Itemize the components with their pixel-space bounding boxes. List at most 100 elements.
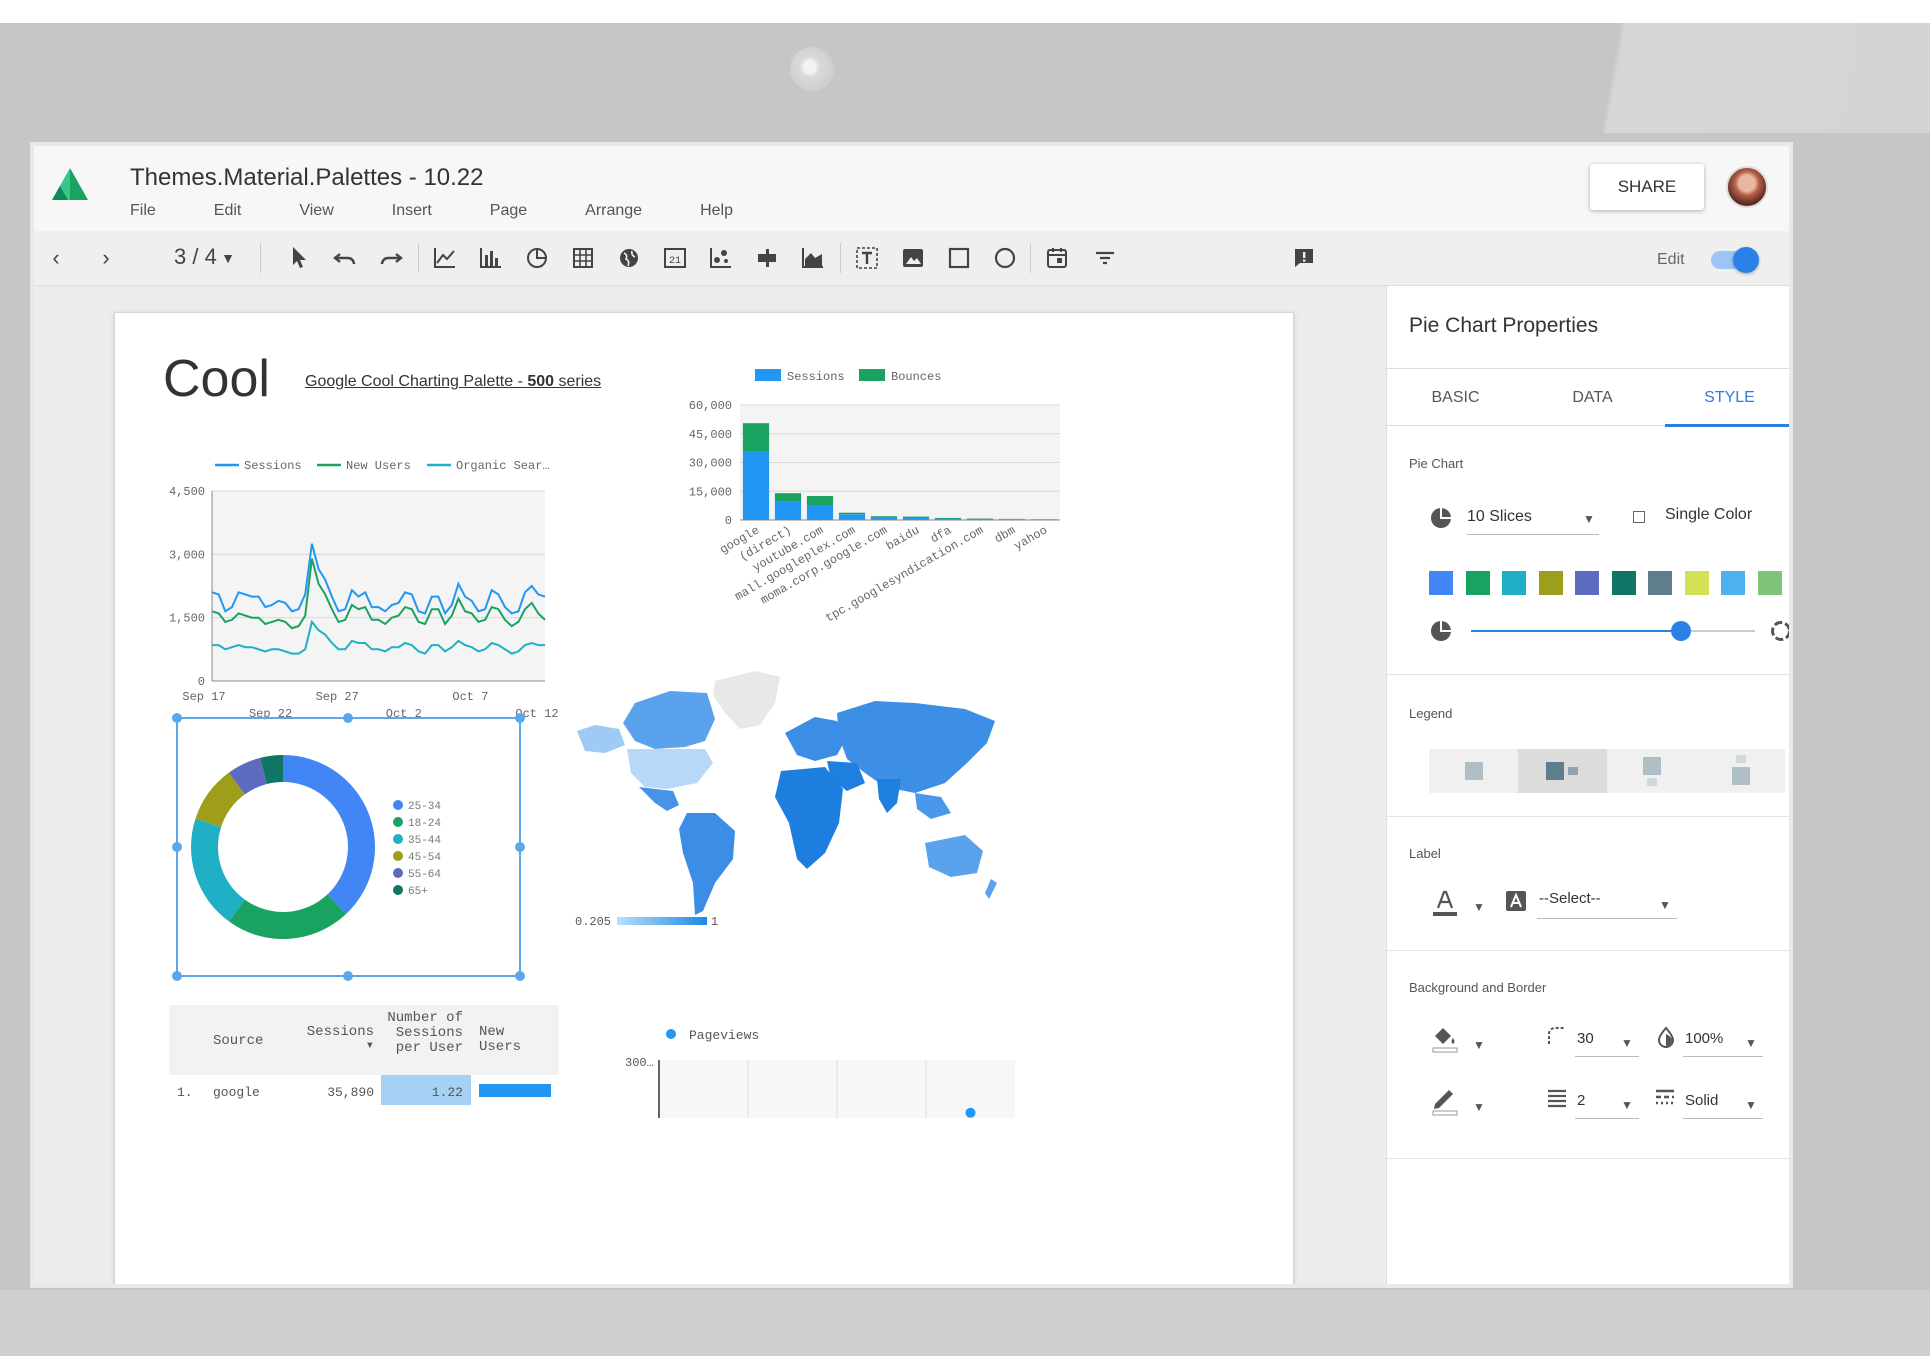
prev-page-icon[interactable]: ‹ <box>42 245 70 271</box>
x-tick-label: yahoo <box>1012 523 1050 553</box>
opacity-select[interactable]: 100% <box>1685 1030 1723 1047</box>
menu-arrange[interactable]: Arrange <box>585 202 642 220</box>
y-tick-label: 0 <box>198 675 205 689</box>
user-avatar[interactable] <box>1726 166 1768 208</box>
tab-data[interactable]: DATA <box>1524 389 1661 407</box>
palette-swatch[interactable] <box>1575 571 1599 595</box>
area-chart-icon[interactable] <box>800 245 826 271</box>
tab-basic[interactable]: BASIC <box>1387 389 1524 407</box>
border-color-dropdown-icon[interactable]: ▼ <box>1473 1100 1485 1114</box>
feedback-icon[interactable] <box>1291 245 1317 271</box>
donut-chart[interactable]: 25-34 18-24 35-44 45-54 55-64 65+ <box>170 711 530 986</box>
text-color-icon[interactable] <box>1429 886 1461 918</box>
border-style-select[interactable]: Solid <box>1685 1092 1718 1109</box>
donut-slider-track[interactable] <box>1471 621 1755 641</box>
circle-icon[interactable] <box>992 245 1018 271</box>
map-region-australia <box>925 835 983 877</box>
text-color-dropdown-icon[interactable]: ▼ <box>1473 900 1485 914</box>
date-range-icon[interactable] <box>1044 245 1070 271</box>
edit-mode-toggle[interactable] <box>1711 247 1759 273</box>
select-pointer-icon[interactable] <box>288 245 310 271</box>
color-scale-bar <box>617 917 707 925</box>
time-series-chart[interactable]: Sessions New Users Organic Sear… 4,500 3,00… <box>145 453 575 743</box>
bar-chart-icon[interactable] <box>478 245 504 271</box>
report-heading[interactable]: Cool <box>163 349 270 409</box>
menu-help[interactable]: Help <box>700 202 733 220</box>
report-canvas: Cool Google Cool Charting Palette - 500 … <box>34 286 1386 1284</box>
y-tick-label: 1,500 <box>169 612 205 626</box>
border-style-underline <box>1683 1118 1763 1119</box>
scatter-chart-icon[interactable] <box>708 245 734 271</box>
menu-edit[interactable]: Edit <box>214 202 242 220</box>
resize-handle <box>172 842 182 852</box>
filter-control-icon[interactable] <box>1092 245 1118 271</box>
time-series-icon[interactable] <box>432 245 458 271</box>
menu-insert[interactable]: Insert <box>392 202 432 220</box>
slices-select[interactable]: 10 Slices <box>1467 508 1532 526</box>
slices-dropdown-icon[interactable]: ▼ <box>1583 512 1595 526</box>
share-button[interactable]: SHARE <box>1590 164 1704 210</box>
pageviews-chart[interactable]: Pageviews 300… <box>615 1018 1035 1118</box>
pie-chart-icon[interactable] <box>524 245 550 271</box>
redo-icon[interactable] <box>378 246 404 270</box>
stacked-bar-chart[interactable]: Sessions Bounces 60,000 45,000 30,000 15,000… <box>645 363 1095 653</box>
undo-icon[interactable] <box>332 246 358 270</box>
label-font-select[interactable]: --Select-- <box>1539 890 1601 907</box>
next-page-icon[interactable]: › <box>92 245 120 271</box>
map-region-mexico <box>639 787 679 811</box>
menu-file[interactable]: File <box>130 202 156 220</box>
bullet-chart-icon[interactable] <box>754 245 780 271</box>
legend-bottom-option[interactable] <box>1607 749 1696 793</box>
col-header-sessions-per-user[interactable]: Number of Sessions per User <box>383 1011 463 1056</box>
border-style-dropdown-icon[interactable]: ▼ <box>1745 1098 1757 1112</box>
col-header-new-users[interactable]: New Users <box>479 1025 539 1055</box>
tab-style[interactable]: STYLE <box>1661 389 1789 407</box>
border-radius-select[interactable]: 30 <box>1577 1030 1594 1047</box>
table-icon[interactable] <box>570 245 596 271</box>
map-region-south-america <box>679 813 735 915</box>
menu-page[interactable]: Page <box>490 202 527 220</box>
geo-map-chart[interactable]: 0.205 1 <box>575 663 1015 943</box>
text-box-icon[interactable] <box>854 245 880 271</box>
y-tick-label: 30,000 <box>689 457 732 471</box>
map-region-southeast-asia <box>915 793 951 819</box>
resize-handle <box>172 713 182 723</box>
page-dropdown-icon[interactable]: ▼ <box>214 245 242 271</box>
col-header-sessions[interactable]: Sessions ▾ <box>294 1025 374 1053</box>
laptop-glare <box>1480 23 1930 133</box>
border-color-icon[interactable] <box>1429 1082 1461 1116</box>
palette-swatch[interactable] <box>1502 571 1526 595</box>
palette-link-prefix: Google Cool Charting Palette - <box>305 373 528 390</box>
border-weight-dropdown-icon[interactable]: ▼ <box>1621 1098 1633 1112</box>
document-title[interactable]: Themes.Material.Palettes - 10.22 <box>130 164 484 192</box>
col-header-source[interactable]: Source <box>213 1033 263 1049</box>
donut-slider-thumb[interactable] <box>1671 621 1692 641</box>
menu-view[interactable]: View <box>299 202 333 220</box>
fill-color-dropdown-icon[interactable]: ▼ <box>1473 1038 1485 1052</box>
palette-swatch[interactable] <box>1684 571 1709 595</box>
palette-swatch[interactable] <box>1721 571 1745 595</box>
legend-top-option[interactable] <box>1696 749 1785 793</box>
resize-handle <box>515 713 525 723</box>
image-icon[interactable] <box>900 245 926 271</box>
palette-swatch[interactable] <box>1538 571 1563 595</box>
palette-swatch[interactable] <box>1429 571 1453 595</box>
fill-color-icon[interactable] <box>1429 1022 1461 1054</box>
palette-swatch[interactable] <box>1648 571 1672 595</box>
label-font-dropdown-icon[interactable]: ▼ <box>1659 898 1671 912</box>
border-weight-select[interactable]: 2 <box>1577 1092 1585 1109</box>
palette-swatch[interactable] <box>1465 571 1490 595</box>
data-table[interactable]: Source Sessions ▾ Number of Sessions per… <box>169 1005 559 1115</box>
palette-link[interactable]: Google Cool Charting Palette - 500 serie… <box>305 373 601 391</box>
border-radius-underline <box>1575 1056 1639 1057</box>
single-color-checkbox[interactable] <box>1633 511 1645 523</box>
geo-map-icon[interactable] <box>616 245 642 271</box>
palette-swatch[interactable] <box>1611 571 1636 595</box>
rectangle-icon[interactable] <box>946 245 972 271</box>
palette-swatch[interactable] <box>1757 571 1782 595</box>
border-radius-dropdown-icon[interactable]: ▼ <box>1621 1036 1633 1050</box>
scorecard-icon[interactable]: 21 <box>662 245 688 271</box>
legend-none-option[interactable] <box>1429 749 1518 793</box>
opacity-dropdown-icon[interactable]: ▼ <box>1745 1036 1757 1050</box>
legend-right-option[interactable] <box>1518 749 1607 793</box>
